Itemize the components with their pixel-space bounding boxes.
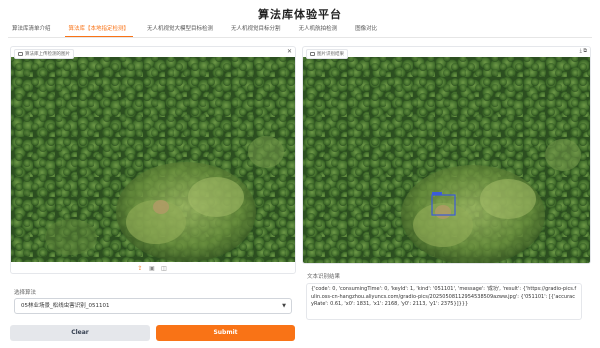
tab-bar: 算法库清单介绍 算法库【本地指定检测】 无人机视觉大模型目标检测 无人机视觉目标… — [8, 22, 592, 38]
image-icon — [18, 52, 23, 56]
image-action-icons: ⇪ ▣ ◫ — [137, 266, 167, 272]
output-image-panel: 图片识别结果 ⤓ ⧉ — [302, 46, 591, 264]
tab-uav-segmentation[interactable]: 无人机视觉目标分割 — [227, 22, 285, 37]
submit-button[interactable]: Submit — [156, 325, 295, 341]
detection-label-tag — [432, 192, 442, 195]
upload-icon[interactable]: ⇪ — [137, 266, 143, 272]
algorithm-select[interactable]: 05林业场景_松线虫害识别_051101 ▼ — [14, 298, 292, 314]
input-image-label: 算法库上传检测的图片 — [14, 49, 74, 59]
algorithm-select-label: 选择算法 — [14, 290, 37, 296]
tab-image-compare[interactable]: 图像对比 — [351, 22, 381, 37]
page-title: 算法库体验平台 — [258, 8, 342, 21]
algorithm-select-value: 05林业场景_松线虫害识别_051101 — [21, 303, 110, 309]
close-icon[interactable]: ✕ — [287, 48, 292, 55]
image-icon — [310, 52, 315, 56]
tab-algorithm-list[interactable]: 算法库清单介绍 — [8, 22, 55, 37]
download-icon[interactable]: ⤓ ⧉ — [580, 48, 587, 54]
tab-local-detection[interactable]: 算法库【本地指定检测】 — [64, 22, 134, 37]
output-image-label: 图片识别结果 — [306, 49, 348, 59]
clear-button[interactable]: Clear — [10, 325, 150, 341]
tab-uav-aerial-detection[interactable]: 无人机航拍检测 — [295, 22, 342, 37]
result-textbox[interactable]: {'code': 0, 'consumingTime': 0, 'keyId':… — [306, 283, 582, 320]
tab-uav-large-model-detection[interactable]: 无人机视觉大模型目标检测 — [143, 22, 217, 37]
webcam-icon[interactable]: ◫ — [161, 266, 167, 272]
output-image-label-text: 图片识别结果 — [317, 52, 344, 57]
input-forest-image[interactable] — [11, 57, 296, 262]
chevron-down-icon: ▼ — [282, 303, 286, 309]
input-image-panel: 算法库上传检测的图片 ✕ — [10, 46, 296, 274]
output-forest-image — [303, 57, 590, 263]
clipboard-icon[interactable]: ▣ — [149, 266, 155, 272]
input-image-label-text: 算法库上传检测的图片 — [25, 52, 70, 57]
result-label: 文本识别结果 — [307, 274, 341, 280]
